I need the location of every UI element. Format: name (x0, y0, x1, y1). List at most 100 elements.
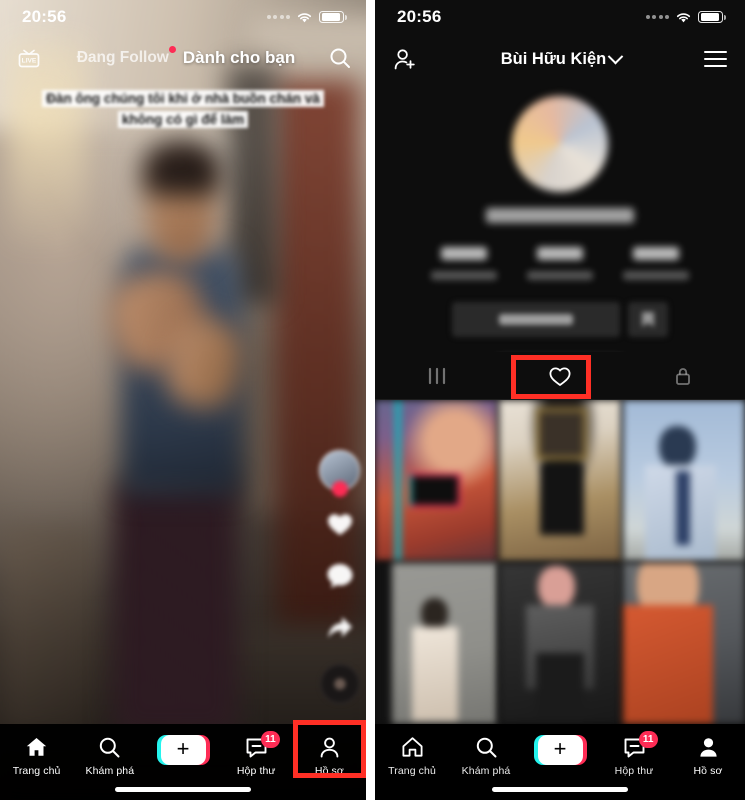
search-icon (476, 737, 496, 758)
feed-header: LIVE Đang Follow Dành cho bạn (0, 38, 366, 78)
like-button[interactable] (324, 508, 356, 543)
grid-thumbnail[interactable] (498, 400, 622, 562)
profile-header: Bùi Hữu Kiện (375, 38, 745, 80)
profile-username (486, 208, 634, 223)
tab-profile-label: Hồ sơ (314, 765, 344, 777)
tab-profile-label: Hồ sơ (693, 765, 723, 777)
profile-person-icon (699, 738, 717, 757)
bookmark-icon[interactable] (628, 302, 668, 337)
status-indicators (645, 10, 726, 24)
tab-home-label: Trang chủ (12, 765, 61, 777)
grid-thumbnail[interactable] (622, 400, 745, 562)
video-author-username[interactable] (12, 645, 262, 661)
status-bar: 20:56 (375, 0, 745, 34)
grid-thumbnail[interactable] (375, 562, 498, 724)
status-bar: 20:56 (0, 0, 366, 34)
home-icon (402, 737, 422, 757)
home-indicator (492, 787, 628, 792)
video-meta (12, 645, 262, 708)
content-tab-liked[interactable] (498, 352, 621, 399)
tab-inbox[interactable]: 11 Hộp thư (597, 731, 671, 777)
add-user-icon[interactable] (393, 47, 418, 72)
create-plus-icon[interactable]: + (533, 735, 587, 765)
create-plus-glyph: + (553, 736, 567, 761)
tab-home[interactable]: Trang chủ (0, 733, 73, 777)
following-notification-dot (168, 46, 176, 53)
profile-person-icon (320, 737, 339, 758)
stat-likes[interactable] (608, 247, 704, 280)
feed-tabs: Đang Follow Dành cho bạn (76, 46, 295, 68)
content-tab-posts[interactable] (375, 352, 498, 399)
phone-divider (366, 0, 375, 800)
lock-private-icon (676, 367, 691, 385)
signal-dots-icon (266, 15, 290, 19)
stat-followers[interactable] (512, 247, 608, 280)
author-avatar[interactable] (319, 450, 360, 491)
video-music-title[interactable] (12, 694, 262, 708)
battery-icon (698, 10, 726, 24)
tab-profile[interactable]: Hồ sơ (293, 733, 366, 777)
profile-screen: 20:56 Bùi Hữu Kiện Trang chủ Khám phá + … (375, 0, 745, 800)
tab-discover-label: Khám phá (461, 765, 511, 777)
home-indicator (115, 787, 251, 792)
signal-dots-icon (645, 15, 669, 19)
right-phone-screenshot: 20:56 Bùi Hữu Kiện Trang chủ Khám phá + … (375, 0, 745, 800)
status-indicators (266, 10, 347, 24)
grid-thumbnail[interactable] (498, 562, 622, 724)
grid-thumbnail[interactable] (375, 400, 498, 562)
battery-icon (319, 10, 347, 24)
tab-discover[interactable]: Khám phá (449, 733, 523, 777)
edit-profile-button[interactable] (452, 302, 620, 337)
wifi-icon (676, 12, 691, 22)
tab-create[interactable]: + (146, 733, 219, 765)
profile-content-tabs (375, 352, 745, 400)
wifi-icon (297, 12, 312, 22)
profile-title-text: Bùi Hữu Kiện (500, 49, 607, 68)
tab-profile[interactable]: Hồ sơ (671, 733, 745, 777)
create-plus-icon[interactable]: + (156, 735, 210, 765)
avatar[interactable] (512, 96, 608, 192)
status-time: 20:56 (397, 7, 442, 26)
live-icon[interactable]: LIVE (14, 43, 44, 73)
profile-actions (375, 302, 745, 337)
grid-thumbnail[interactable] (622, 562, 745, 724)
tab-create[interactable]: + (523, 733, 597, 765)
inbox-badge: 11 (638, 731, 658, 748)
comment-button[interactable] (324, 560, 356, 595)
feed-tab-foryou[interactable]: Dành cho bạn (183, 48, 295, 68)
music-disc-icon[interactable] (319, 664, 360, 704)
create-plus-glyph: + (176, 736, 190, 761)
profile-title[interactable]: Bùi Hữu Kiện (500, 48, 624, 69)
share-button[interactable] (324, 612, 356, 647)
svg-text:LIVE: LIVE (22, 57, 37, 64)
content-tab-private[interactable] (622, 352, 745, 399)
video-text-overlay: Đàn ông chúng tôi khi ở nhà buồn chán và… (33, 88, 333, 131)
left-phone-screenshot: Đàn ông chúng tôi khi ở nhà buồn chán và… (0, 0, 366, 800)
tab-inbox-label: Hộp thư (236, 765, 276, 777)
video-person-hair (142, 140, 220, 196)
tab-discover-label: Khám phá (85, 765, 135, 777)
home-icon (26, 738, 47, 756)
search-icon[interactable] (328, 46, 352, 70)
tab-home[interactable]: Trang chủ (375, 733, 449, 777)
inbox-badge: 11 (261, 731, 280, 748)
stat-following[interactable] (416, 247, 512, 280)
feed-tab-foryou-label: Dành cho bạn (182, 48, 296, 67)
profile-info (375, 88, 745, 365)
hamburger-menu-icon[interactable] (703, 51, 727, 67)
feed-tab-following[interactable]: Đang Follow (76, 46, 176, 67)
tab-home-label: Trang chủ (388, 765, 436, 777)
profile-stats (375, 247, 745, 280)
tab-inbox-label: Hộp thư (614, 765, 654, 777)
status-time: 20:56 (22, 7, 67, 26)
feed-tab-following-label: Đang Follow (76, 49, 169, 66)
grid-posts-icon (428, 367, 445, 384)
chevron-down-icon (607, 48, 624, 64)
video-description (12, 668, 262, 686)
video-thumbnail-grid (375, 400, 745, 724)
tab-inbox[interactable]: 11 Hộp thư (220, 731, 293, 777)
video-text-overlay-text: Đàn ông chúng tôi khi ở nhà buồn chán và… (42, 90, 324, 129)
tab-discover[interactable]: Khám phá (73, 733, 146, 777)
search-icon (100, 737, 120, 758)
heart-liked-icon (549, 367, 571, 386)
